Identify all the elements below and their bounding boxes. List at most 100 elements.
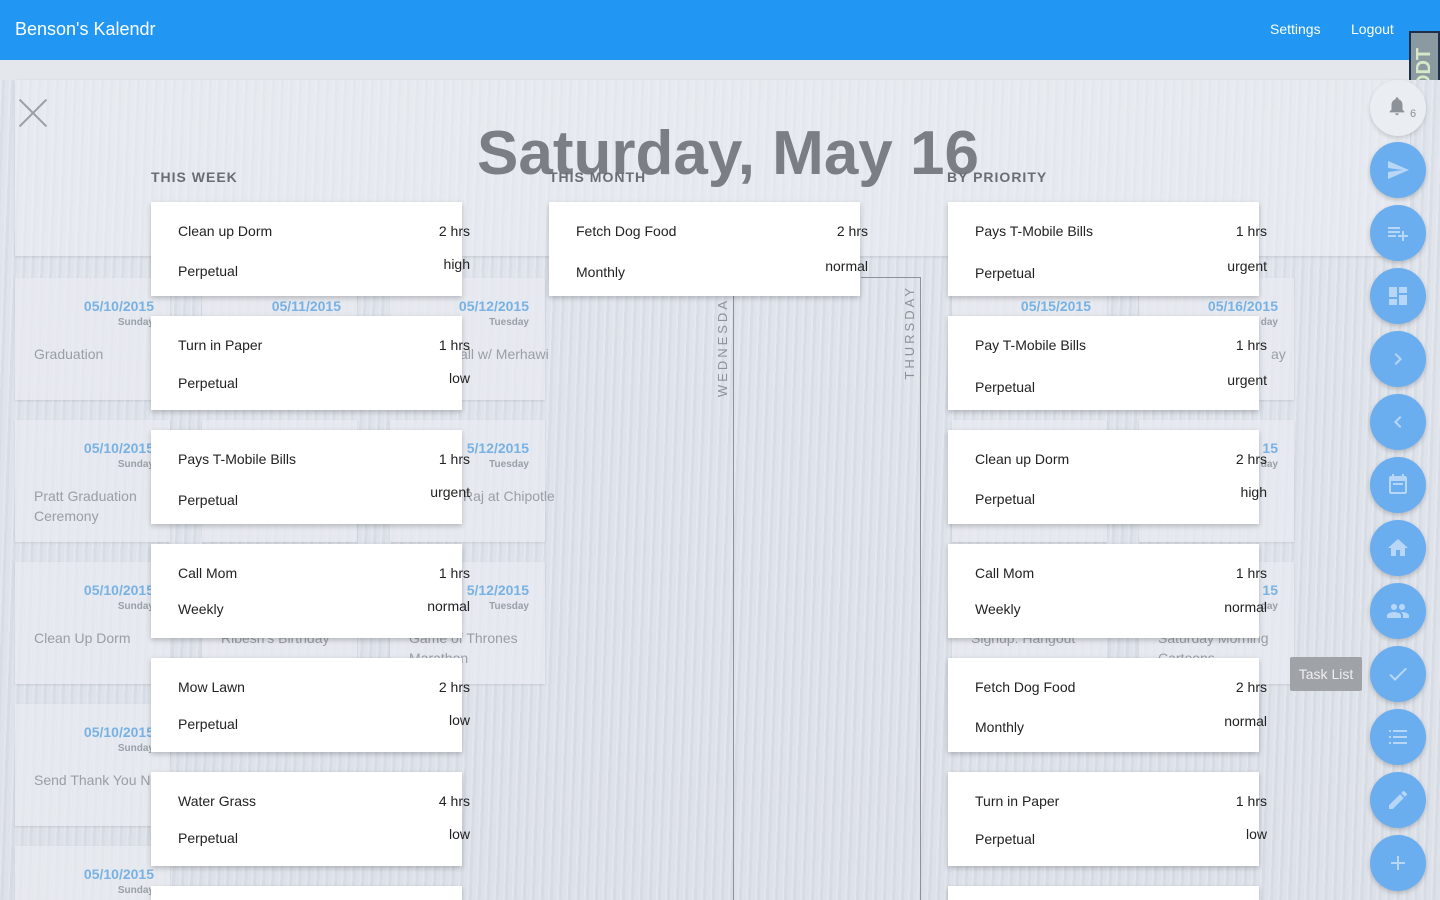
card-weekday: Tuesday (489, 601, 529, 612)
task-hours: 2 hrs (438, 679, 470, 695)
card-event: Pratt Graduation Ceremony (34, 488, 137, 524)
task-list-button[interactable] (1370, 646, 1426, 702)
task-priority: urgent (1227, 372, 1267, 388)
card-date: 5/12/2015 (466, 582, 529, 598)
task-card[interactable]: Turn in Paper 1 hrs Perpetual low (948, 772, 1267, 866)
card-date: 05/10/2015 (83, 582, 154, 598)
task-hours: 2 hrs (1235, 451, 1267, 467)
task-priority: urgent (1227, 258, 1267, 274)
task-card[interactable]: Fetch Dog Food 2 hrs Monthly normal (549, 202, 868, 296)
task-name: Pays T-Mobile Bills (178, 451, 297, 467)
thursday-label: THURSDAY (902, 285, 917, 380)
card-date: 05/15/2015 (1020, 298, 1091, 314)
by-priority-heading: BY PRIORITY (947, 169, 1048, 185)
task-recurrence: Perpetual (975, 491, 1035, 507)
task-list-tooltip: Task List (1290, 657, 1362, 691)
card-event: Send Thank You No (34, 772, 159, 788)
task-recurrence: Perpetual (975, 831, 1035, 847)
this-month-heading: THIS MONTH (549, 169, 647, 185)
task-card[interactable]: Call Mom 1 hrs Weekly normal (948, 544, 1267, 638)
card-event: Graduation (34, 346, 104, 362)
add-button[interactable] (1370, 835, 1426, 891)
chevron-right-icon (1394, 353, 1402, 365)
card-event: Raj at Chipotle (463, 488, 555, 504)
task-priority: urgent (430, 484, 470, 500)
close-icon[interactable] (18, 98, 48, 128)
add-to-list-icon (1388, 227, 1408, 241)
notification-count: 6 (1410, 108, 1417, 120)
task-card[interactable]: Pay T-Mobile Bills 1 hrs Perpetual urgen… (948, 316, 1267, 410)
next-button[interactable] (1370, 331, 1426, 387)
task-recurrence: Perpetual (178, 492, 238, 508)
home-button[interactable] (1370, 520, 1426, 576)
send-icon (1388, 161, 1409, 179)
task-priority: high (1240, 484, 1267, 500)
card-date: 05/16/2015 (1207, 298, 1278, 314)
card-weekday: Sunday (117, 743, 154, 754)
task-card[interactable]: Clean up Dorm 2 hrs Perpetual high (151, 202, 470, 296)
background-day-card: 05/10/2015 Sunday Pratt Graduation Cerem… (15, 420, 170, 542)
previous-button[interactable] (1370, 394, 1426, 450)
task-recurrence: Monthly (975, 719, 1025, 735)
people-button[interactable] (1370, 583, 1426, 639)
logout-link[interactable]: Logout (1351, 21, 1394, 37)
app-title[interactable]: Benson's Kalendr (15, 19, 156, 40)
card-weekday: Sunday (117, 885, 154, 896)
card-weekday: Tuesday (489, 459, 529, 470)
task-card[interactable]: Call Mom 1 hrs Weekly normal (151, 544, 470, 638)
card-event: all w/ Merhawi (460, 346, 549, 362)
add-to-list-button[interactable] (1370, 205, 1426, 261)
background-day-card: 05/10/2015 Sunday Graduation (15, 278, 170, 400)
chevron-left-icon (1394, 416, 1402, 428)
task-name: Fetch Dog Food (975, 679, 1076, 695)
task-priority: low (448, 826, 470, 842)
task-list-icon (1389, 730, 1407, 744)
card-date: 05/11/2015 (271, 298, 341, 314)
task-card[interactable]: Water Grass 4 hrs Perpetual low (151, 772, 470, 866)
settings-link[interactable]: Settings (1270, 21, 1321, 37)
task-name: Pays T-Mobile Bills (975, 223, 1094, 239)
task-priority: high (443, 256, 470, 272)
send-button[interactable] (1370, 142, 1426, 198)
task-priority: low (1245, 826, 1267, 842)
dashboard-icon (1389, 287, 1407, 305)
calendar-button[interactable] (1370, 457, 1426, 513)
task-hours: 1 hrs (1235, 223, 1267, 239)
task-name: Clean up Dorm (975, 451, 1070, 467)
edit-icon (1389, 790, 1408, 809)
task-card[interactable] (151, 886, 462, 900)
background-day-card: 05/10/2015 Sunday Clean Up Dorm (15, 562, 170, 684)
task-name: Fetch Dog Food (576, 223, 677, 239)
task-priority: normal (825, 258, 868, 274)
task-card[interactable]: Clean up Dorm 2 hrs Perpetual high (948, 430, 1267, 524)
task-recurrence: Weekly (975, 601, 1021, 617)
edit-button[interactable] (1370, 772, 1426, 828)
task-card[interactable] (948, 886, 1259, 900)
task-hours: 2 hrs (1235, 679, 1267, 695)
notifications-button[interactable]: 6 (1370, 80, 1426, 136)
calendar-icon (1389, 474, 1407, 494)
card-date: 05/10/2015 (83, 724, 154, 740)
task-name: Turn in Paper (975, 793, 1060, 809)
task-name: Water Grass (178, 793, 257, 809)
task-name: Pay T-Mobile Bills (975, 337, 1087, 353)
task-card[interactable]: Fetch Dog Food 2 hrs Monthly normal (948, 658, 1267, 752)
task-card[interactable]: Mow Lawn 2 hrs Perpetual low (151, 658, 470, 752)
task-priority: low (448, 370, 470, 386)
task-hours: 1 hrs (438, 565, 470, 581)
task-card[interactable]: Pays T-Mobile Bills 1 hrs Perpetual urge… (151, 430, 470, 524)
task-card[interactable]: Turn in Paper 1 hrs Perpetual low (151, 316, 470, 410)
task-card[interactable]: Pays T-Mobile Bills 1 hrs Perpetual urge… (948, 202, 1267, 296)
dashboard-button[interactable] (1370, 268, 1426, 324)
checklist-button[interactable] (1370, 709, 1426, 765)
task-priority: low (448, 712, 470, 728)
task-hours: 4 hrs (438, 793, 470, 809)
background-day-card: 05/10/2015 Sunday (15, 846, 170, 900)
app-bar: Benson's Kalendr Settings Logout (0, 0, 1440, 60)
card-weekday: Tuesday (489, 317, 529, 328)
task-priority: normal (1224, 599, 1267, 615)
card-date: 15 (1262, 582, 1278, 598)
card-weekday: day (1260, 317, 1278, 328)
task-recurrence: Perpetual (178, 375, 238, 391)
task-recurrence: Perpetual (975, 379, 1035, 395)
